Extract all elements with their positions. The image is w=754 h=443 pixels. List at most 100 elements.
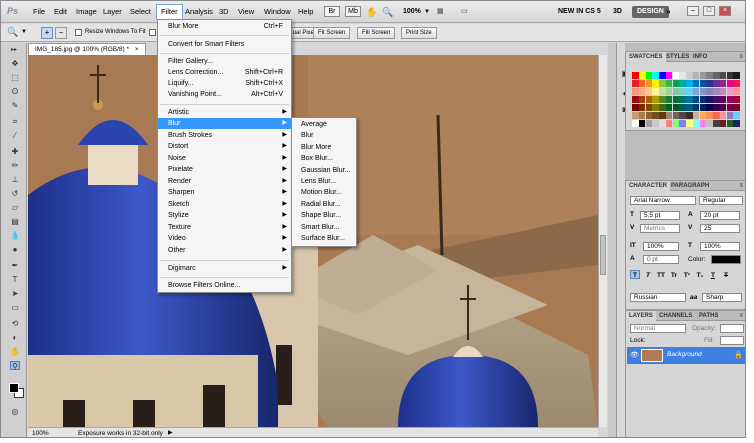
eyedropper-tool-icon[interactable]: ⁄ (10, 131, 20, 140)
swatch[interactable] (665, 104, 673, 111)
swatch[interactable] (686, 80, 693, 87)
swatch[interactable] (686, 88, 693, 95)
menu-item-sketch[interactable]: Sketch ▶ (158, 199, 291, 210)
superscript-button[interactable]: T¹ (682, 270, 692, 279)
clone-stamp-tool-icon[interactable]: ⊥ (10, 175, 20, 184)
swatch[interactable] (692, 104, 700, 111)
swatch[interactable] (665, 88, 673, 95)
menu-item-sharpen[interactable]: Sharpen ▶ (158, 187, 291, 198)
swatch[interactable] (638, 88, 646, 95)
subscript-button[interactable]: T₁ (695, 270, 705, 279)
swatch[interactable] (719, 112, 727, 119)
vertical-scrollbar[interactable] (598, 55, 607, 427)
swatch[interactable] (645, 120, 653, 127)
mini-bridge-button[interactable]: Mb (345, 6, 361, 17)
swatch[interactable] (726, 80, 734, 87)
swatch[interactable] (726, 112, 734, 119)
menu-item-blur-more[interactable]: Blur More Ctrl+F (158, 21, 291, 32)
swatch[interactable] (699, 112, 707, 119)
swatch[interactable] (652, 88, 659, 95)
small-caps-button[interactable]: Tr (669, 270, 679, 279)
menu-item-render[interactable]: Render ▶ (158, 176, 291, 187)
tab-paths[interactable]: PATHS (696, 311, 721, 321)
layer-row-background[interactable]: 👁 Background 🔒 (627, 347, 745, 364)
swatch[interactable] (645, 96, 653, 103)
swatch[interactable] (699, 80, 707, 87)
swatch[interactable] (659, 104, 666, 111)
faux-bold-button[interactable]: T (630, 270, 640, 279)
dock-collapse-strip[interactable] (608, 43, 617, 437)
status-zoom[interactable]: 100% (32, 428, 49, 437)
menu-item-lens-correction[interactable]: Lens Correction... Shift+Ctrl+R (158, 67, 291, 78)
font-family-select[interactable]: Arial Narrow (630, 196, 696, 205)
3d-rotate-tool-icon[interactable]: ⟲ (10, 319, 20, 328)
menu-layer[interactable]: Layer (99, 5, 126, 19)
text-color-swatch[interactable] (711, 255, 741, 264)
blur-item-motion-blur[interactable]: Motion Blur... (292, 187, 356, 198)
workspace-design-button[interactable]: DESIGN (632, 6, 669, 18)
tab-info[interactable]: INFO (690, 52, 710, 62)
menu-image[interactable]: Image (72, 5, 101, 19)
swatch[interactable] (665, 80, 673, 87)
swatch[interactable] (632, 80, 639, 87)
close-button[interactable]: × (719, 6, 731, 16)
zoom-dropdown-icon[interactable]: ▼ (424, 7, 430, 17)
language-select[interactable]: Russian (630, 293, 686, 302)
menu-item-texture[interactable]: Texture ▶ (158, 222, 291, 233)
swatch[interactable] (726, 96, 734, 103)
blur-item-shape-blur[interactable]: Shape Blur... (292, 210, 356, 221)
gradient-tool-icon[interactable]: ▤ (10, 217, 20, 226)
eye-icon[interactable]: 👁 (630, 351, 639, 359)
blend-mode-select[interactable]: Normal (630, 324, 686, 333)
healing-brush-tool-icon[interactable]: ✚ (10, 147, 20, 156)
zoom-tool-icon[interactable]: 🔍 (7, 27, 18, 38)
close-tab-icon[interactable]: × (135, 46, 139, 53)
collapse-tools-icon[interactable]: ▸▸ (9, 46, 19, 55)
swatch[interactable] (632, 104, 639, 111)
swatch[interactable] (726, 88, 734, 95)
tab-character[interactable]: CHARACTER (626, 181, 670, 191)
swatch[interactable] (726, 72, 734, 79)
horizontal-scale-field[interactable]: 100% (700, 242, 740, 251)
baseline-shift-field[interactable]: 0 pt (643, 255, 679, 264)
swatch[interactable] (672, 96, 680, 103)
hand-tool-icon[interactable]: ✋ (10, 347, 20, 356)
swatch[interactable] (719, 120, 727, 127)
menu-3d[interactable]: 3D (215, 5, 233, 19)
swatch[interactable] (713, 88, 720, 95)
scrollbar-thumb[interactable] (600, 235, 606, 275)
swatch[interactable] (638, 112, 646, 119)
swatch[interactable] (632, 88, 639, 95)
path-selection-tool-icon[interactable]: ➤ (10, 289, 20, 298)
swatch[interactable] (645, 104, 653, 111)
swatch[interactable] (679, 112, 686, 119)
swatch[interactable] (706, 72, 713, 79)
menu-item-stylize[interactable]: Stylize ▶ (158, 210, 291, 221)
zoom-out-icon[interactable]: − (55, 27, 67, 39)
zoom-in-icon[interactable]: + (41, 27, 53, 39)
type-tool-icon[interactable]: T (10, 275, 20, 284)
swatch[interactable] (713, 80, 720, 87)
underline-button[interactable]: T (708, 270, 718, 279)
swatch[interactable] (679, 104, 686, 111)
swatch[interactable] (726, 104, 734, 111)
lasso-tool-icon[interactable]: ʘ (10, 87, 20, 96)
swatch[interactable] (719, 72, 727, 79)
fit-screen-button[interactable]: Fit Screen (313, 27, 351, 39)
font-size-field[interactable]: 5.5 pt (640, 211, 680, 220)
swatch[interactable] (659, 120, 666, 127)
swatch[interactable] (652, 104, 659, 111)
swatch[interactable] (733, 120, 740, 127)
swatch[interactable] (665, 112, 673, 119)
menu-view[interactable]: View (234, 5, 258, 19)
dodge-tool-icon[interactable]: ● (10, 245, 20, 254)
swatch[interactable] (733, 88, 740, 95)
antialias-select[interactable]: Sharp (702, 293, 742, 302)
swatch[interactable] (645, 112, 653, 119)
menu-item-vanishing-point[interactable]: Vanishing Point... Alt+Ctrl+V (158, 89, 291, 100)
blur-item-blur[interactable]: Blur (292, 130, 356, 141)
minimize-button[interactable]: – (687, 6, 699, 16)
tab-swatches[interactable]: SWATCHES (626, 52, 666, 62)
tab-styles[interactable]: STYLES (663, 52, 692, 62)
panel-menu-icon[interactable]: ≡ (736, 181, 745, 191)
